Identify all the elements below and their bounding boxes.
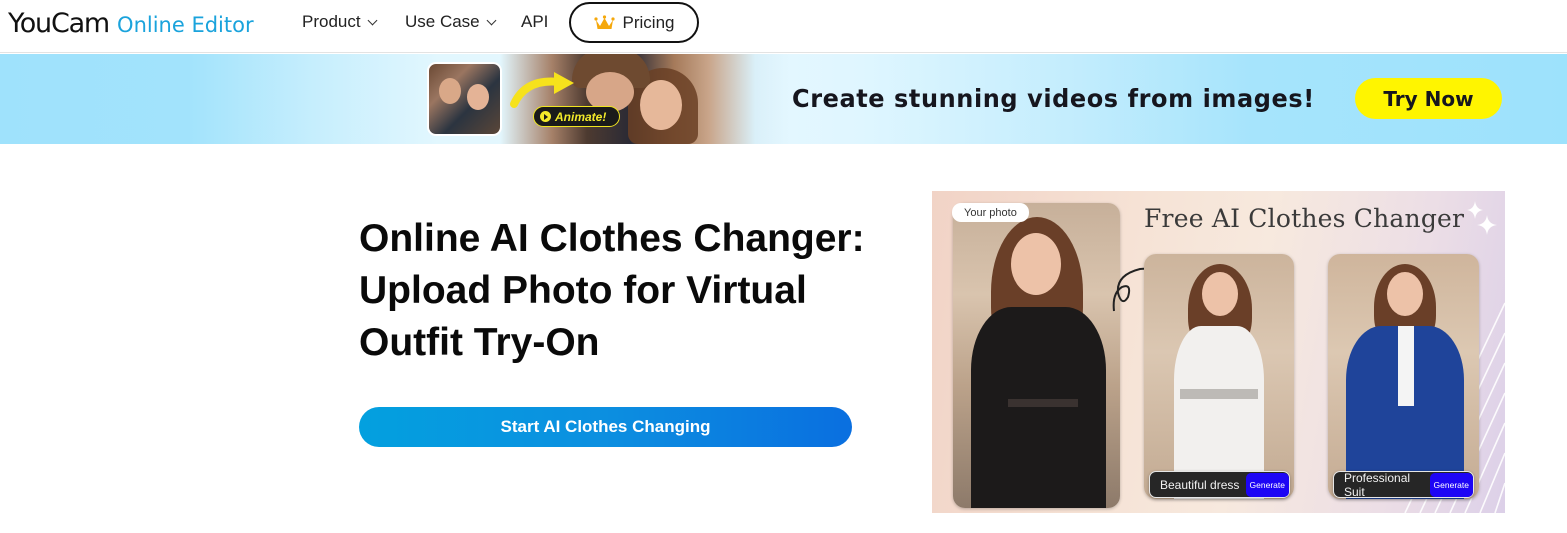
outfit-card-suit bbox=[1328, 254, 1479, 499]
nav-item-api[interactable]: API bbox=[521, 12, 548, 32]
title-line: Online AI Clothes Changer: bbox=[359, 217, 865, 260]
photo-detail bbox=[1202, 272, 1238, 316]
banner-headline: Create stunning videos from images! bbox=[792, 84, 1315, 113]
chevron-down-icon bbox=[367, 15, 378, 25]
photo-detail bbox=[1180, 389, 1258, 399]
pricing-label: Pricing bbox=[622, 12, 675, 32]
logo-online-editor: Online Editor bbox=[117, 13, 254, 37]
outfit-option-dress[interactable]: Beautiful dress Generate bbox=[1149, 471, 1290, 498]
chevron-down-icon bbox=[486, 15, 497, 25]
logo[interactable]: YouCam Online Editor bbox=[8, 8, 254, 39]
outfit-label: Professional Suit bbox=[1344, 470, 1411, 499]
logo-youcam: YouCam bbox=[8, 8, 110, 39]
sparkle-icon bbox=[1467, 201, 1497, 235]
top-navigation: YouCam Online Editor Product Use Case AP… bbox=[0, 0, 1567, 53]
pricing-button[interactable]: Pricing bbox=[569, 2, 699, 43]
outfit-card-dress bbox=[1144, 254, 1294, 499]
photo-detail bbox=[1008, 399, 1078, 407]
crown-icon bbox=[593, 15, 615, 29]
nav-item-label: Product bbox=[302, 12, 361, 31]
try-now-button[interactable]: Try Now bbox=[1355, 78, 1502, 119]
generate-button[interactable]: Generate bbox=[1429, 472, 1473, 497]
couple-thumbnail bbox=[427, 62, 502, 136]
animate-badge: Animate! bbox=[533, 106, 620, 127]
nav-item-use-case[interactable]: Use Case bbox=[405, 12, 497, 32]
photo-detail bbox=[1398, 326, 1414, 406]
photo-detail bbox=[640, 80, 682, 130]
play-icon bbox=[540, 111, 551, 122]
outfit-label: Beautiful dress bbox=[1160, 477, 1240, 492]
page-title: Online AI Clothes Changer: Upload Photo … bbox=[359, 213, 879, 369]
nav-item-product[interactable]: Product bbox=[302, 12, 378, 32]
photo-detail bbox=[971, 307, 1106, 508]
curved-arrow-icon bbox=[510, 72, 574, 108]
title-line: Upload Photo for Virtual bbox=[359, 269, 807, 312]
source-photo-card bbox=[953, 203, 1120, 508]
photo-detail bbox=[467, 84, 489, 110]
title-line: Outfit Try-On bbox=[359, 321, 600, 364]
illustration-title: Free AI Clothes Changer bbox=[1144, 204, 1465, 233]
promo-banner[interactable]: Animate! Create stunning videos from ima… bbox=[0, 54, 1567, 144]
hero-illustration: Free AI Clothes Changer Your photo Beaut… bbox=[932, 191, 1505, 513]
photo-detail bbox=[1387, 272, 1423, 316]
start-clothes-changing-button[interactable]: Start AI Clothes Changing bbox=[359, 407, 852, 447]
photo-detail bbox=[439, 78, 461, 104]
your-photo-label: Your photo bbox=[952, 203, 1029, 222]
nav-item-label: Use Case bbox=[405, 12, 480, 31]
nav-item-label: API bbox=[521, 12, 549, 31]
animate-label: Animate! bbox=[555, 109, 607, 124]
generate-button[interactable]: Generate bbox=[1245, 472, 1289, 497]
outfit-option-suit[interactable]: Professional Suit Generate bbox=[1333, 470, 1474, 499]
photo-detail bbox=[1011, 233, 1061, 295]
